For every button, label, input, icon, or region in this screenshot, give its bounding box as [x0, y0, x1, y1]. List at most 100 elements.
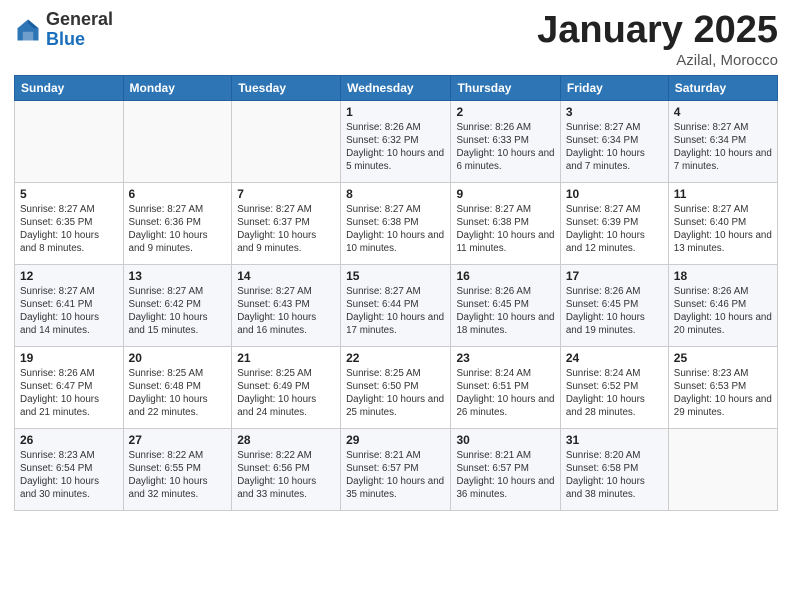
calendar-cell: 7 Sunrise: 8:27 AMSunset: 6:37 PMDaylight…: [232, 182, 341, 264]
day-info: Sunrise: 8:27 AMSunset: 6:44 PMDaylight:…: [346, 285, 445, 338]
calendar-cell: 1 Sunrise: 8:26 AMSunset: 6:32 PMDaylight…: [341, 100, 451, 182]
day-number: 14: [237, 269, 335, 283]
day-info: Sunrise: 8:26 AMSunset: 6:45 PMDaylight:…: [566, 285, 663, 338]
calendar-cell: 21 Sunrise: 8:25 AMSunset: 6:49 PMDayligh…: [232, 346, 341, 428]
calendar-week-row: 5 Sunrise: 8:27 AMSunset: 6:35 PMDaylight…: [15, 182, 778, 264]
calendar-cell: 29 Sunrise: 8:21 AMSunset: 6:57 PMDayligh…: [341, 428, 451, 510]
day-info: Sunrise: 8:27 AMSunset: 6:43 PMDaylight:…: [237, 285, 335, 338]
title-area: January 2025 Azilal, Morocco: [537, 10, 778, 69]
calendar-cell: 2 Sunrise: 8:26 AMSunset: 6:33 PMDaylight…: [451, 100, 560, 182]
day-info: Sunrise: 8:26 AMSunset: 6:46 PMDaylight:…: [674, 285, 772, 338]
day-info: Sunrise: 8:20 AMSunset: 6:58 PMDaylight:…: [566, 449, 663, 502]
day-info: Sunrise: 8:21 AMSunset: 6:57 PMDaylight:…: [346, 449, 445, 502]
calendar-cell: [123, 100, 232, 182]
day-info: Sunrise: 8:26 AMSunset: 6:45 PMDaylight:…: [456, 285, 554, 338]
day-info: Sunrise: 8:23 AMSunset: 6:53 PMDaylight:…: [674, 367, 772, 420]
day-number: 15: [346, 269, 445, 283]
day-number: 5: [20, 187, 118, 201]
calendar-cell: 9 Sunrise: 8:27 AMSunset: 6:38 PMDaylight…: [451, 182, 560, 264]
day-info: Sunrise: 8:27 AMSunset: 6:42 PMDaylight:…: [129, 285, 227, 338]
day-number: 17: [566, 269, 663, 283]
logo-icon: [14, 16, 42, 44]
calendar-cell: 15 Sunrise: 8:27 AMSunset: 6:44 PMDayligh…: [341, 264, 451, 346]
weekday-header-friday: Friday: [560, 75, 668, 100]
day-info: Sunrise: 8:26 AMSunset: 6:47 PMDaylight:…: [20, 367, 118, 420]
calendar-cell: 28 Sunrise: 8:22 AMSunset: 6:56 PMDayligh…: [232, 428, 341, 510]
day-info: Sunrise: 8:24 AMSunset: 6:51 PMDaylight:…: [456, 367, 554, 420]
logo-blue-text: Blue: [46, 30, 113, 50]
day-info: Sunrise: 8:22 AMSunset: 6:56 PMDaylight:…: [237, 449, 335, 502]
calendar-cell: 26 Sunrise: 8:23 AMSunset: 6:54 PMDayligh…: [15, 428, 124, 510]
day-number: 3: [566, 105, 663, 119]
day-number: 7: [237, 187, 335, 201]
weekday-header-sunday: Sunday: [15, 75, 124, 100]
day-info: Sunrise: 8:25 AMSunset: 6:49 PMDaylight:…: [237, 367, 335, 420]
day-info: Sunrise: 8:27 AMSunset: 6:34 PMDaylight:…: [674, 121, 772, 174]
day-number: 16: [456, 269, 554, 283]
weekday-header-saturday: Saturday: [668, 75, 777, 100]
day-number: 6: [129, 187, 227, 201]
calendar-cell: 16 Sunrise: 8:26 AMSunset: 6:45 PMDayligh…: [451, 264, 560, 346]
day-info: Sunrise: 8:25 AMSunset: 6:48 PMDaylight:…: [129, 367, 227, 420]
logo-general-text: General: [46, 10, 113, 30]
calendar-cell: 20Sunrise: 8:25 AMSunset: 6:48 PMDayligh…: [123, 346, 232, 428]
day-number: 10: [566, 187, 663, 201]
day-info: Sunrise: 8:26 AMSunset: 6:33 PMDaylight:…: [456, 121, 554, 174]
day-number: 2: [456, 105, 554, 119]
day-number: 8: [346, 187, 445, 201]
calendar-cell: 14 Sunrise: 8:27 AMSunset: 6:43 PMDayligh…: [232, 264, 341, 346]
day-number: 13: [129, 269, 227, 283]
day-number: 21: [237, 351, 335, 365]
day-number: 25: [674, 351, 772, 365]
calendar-cell: 22 Sunrise: 8:25 AMSunset: 6:50 PMDayligh…: [341, 346, 451, 428]
calendar-week-row: 12Sunrise: 8:27 AMSunset: 6:41 PMDayligh…: [15, 264, 778, 346]
calendar-cell: 23Sunrise: 8:24 AMSunset: 6:51 PMDayligh…: [451, 346, 560, 428]
logo-text: General Blue: [46, 10, 113, 50]
calendar-cell: 17 Sunrise: 8:26 AMSunset: 6:45 PMDayligh…: [560, 264, 668, 346]
weekday-header-monday: Monday: [123, 75, 232, 100]
weekday-header-wednesday: Wednesday: [341, 75, 451, 100]
calendar-cell: 13 Sunrise: 8:27 AMSunset: 6:42 PMDayligh…: [123, 264, 232, 346]
day-number: 9: [456, 187, 554, 201]
calendar-cell: 24 Sunrise: 8:24 AMSunset: 6:52 PMDayligh…: [560, 346, 668, 428]
day-info: Sunrise: 8:27 AMSunset: 6:38 PMDaylight:…: [456, 203, 554, 256]
calendar-week-row: 1 Sunrise: 8:26 AMSunset: 6:32 PMDaylight…: [15, 100, 778, 182]
day-info: Sunrise: 8:27 AMSunset: 6:34 PMDaylight:…: [566, 121, 663, 174]
month-title: January 2025: [537, 10, 778, 52]
day-number: 28: [237, 433, 335, 447]
calendar-cell: 30 Sunrise: 8:21 AMSunset: 6:57 PMDayligh…: [451, 428, 560, 510]
logo: General Blue: [14, 10, 113, 50]
day-number: 22: [346, 351, 445, 365]
location-subtitle: Azilal, Morocco: [537, 52, 778, 69]
day-number: 18: [674, 269, 772, 283]
day-info: Sunrise: 8:27 AMSunset: 6:35 PMDaylight:…: [20, 203, 118, 256]
calendar-cell: 27Sunrise: 8:22 AMSunset: 6:55 PMDayligh…: [123, 428, 232, 510]
day-info: Sunrise: 8:27 AMSunset: 6:37 PMDaylight:…: [237, 203, 335, 256]
day-number: 12: [20, 269, 118, 283]
calendar-cell: 8Sunrise: 8:27 AMSunset: 6:38 PMDaylight…: [341, 182, 451, 264]
day-info: Sunrise: 8:27 AMSunset: 6:39 PMDaylight:…: [566, 203, 663, 256]
page-header: General Blue January 2025 Azilal, Morocc…: [14, 10, 778, 69]
day-info: Sunrise: 8:22 AMSunset: 6:55 PMDaylight:…: [129, 449, 227, 502]
day-info: Sunrise: 8:21 AMSunset: 6:57 PMDaylight:…: [456, 449, 554, 502]
calendar-cell: [232, 100, 341, 182]
day-info: Sunrise: 8:23 AMSunset: 6:54 PMDaylight:…: [20, 449, 118, 502]
calendar-cell: 3 Sunrise: 8:27 AMSunset: 6:34 PMDaylight…: [560, 100, 668, 182]
calendar-cell: 18 Sunrise: 8:26 AMSunset: 6:46 PMDayligh…: [668, 264, 777, 346]
day-number: 1: [346, 105, 445, 119]
day-info: Sunrise: 8:26 AMSunset: 6:32 PMDaylight:…: [346, 121, 445, 174]
day-info: Sunrise: 8:27 AMSunset: 6:40 PMDaylight:…: [674, 203, 772, 256]
day-number: 26: [20, 433, 118, 447]
calendar-table: SundayMondayTuesdayWednesdayThursdayFrid…: [14, 75, 778, 511]
calendar-cell: 4 Sunrise: 8:27 AMSunset: 6:34 PMDaylight…: [668, 100, 777, 182]
calendar-cell: 19Sunrise: 8:26 AMSunset: 6:47 PMDayligh…: [15, 346, 124, 428]
calendar-cell: 31Sunrise: 8:20 AMSunset: 6:58 PMDayligh…: [560, 428, 668, 510]
day-number: 4: [674, 105, 772, 119]
day-number: 24: [566, 351, 663, 365]
calendar-cell: 12Sunrise: 8:27 AMSunset: 6:41 PMDayligh…: [15, 264, 124, 346]
day-number: 30: [456, 433, 554, 447]
calendar-cell: 5 Sunrise: 8:27 AMSunset: 6:35 PMDaylight…: [15, 182, 124, 264]
day-info: Sunrise: 8:25 AMSunset: 6:50 PMDaylight:…: [346, 367, 445, 420]
day-info: Sunrise: 8:24 AMSunset: 6:52 PMDaylight:…: [566, 367, 663, 420]
day-number: 29: [346, 433, 445, 447]
